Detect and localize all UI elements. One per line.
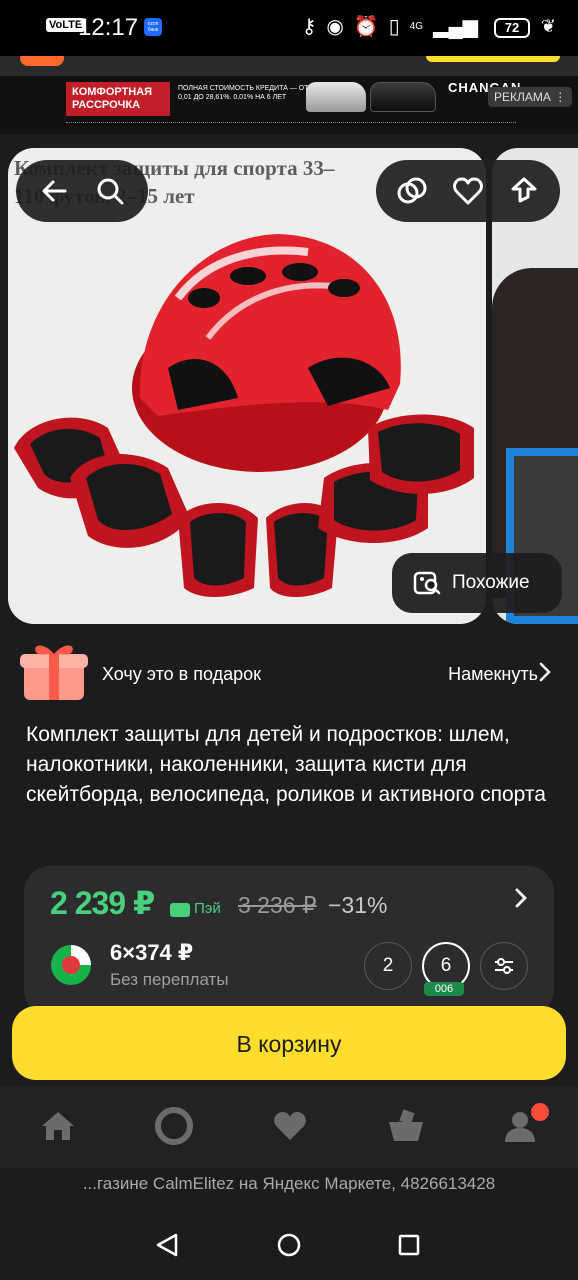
nav-pill: [16, 160, 148, 222]
add-to-cart-button[interactable]: В корзину: [12, 1006, 566, 1080]
header-button[interactable]: [426, 56, 560, 62]
installment-amount: 6×374 ₽: [110, 940, 194, 965]
discount-badge: −31%: [328, 892, 388, 918]
ad-car-image: [370, 82, 436, 112]
nav-favorites[interactable]: [270, 1106, 310, 1146]
old-price: 3 236 ₽: [238, 892, 317, 918]
ad-banner[interactable]: КОМФОРТНАЯ РАССРОЧКА ПОЛНАЯ СТОИМОСТЬ КР…: [0, 76, 578, 134]
vibrate-icon: ▯: [388, 16, 400, 38]
pay-label: Пэй: [194, 900, 221, 917]
filter-icon: [495, 958, 513, 974]
nav-alice[interactable]: [154, 1106, 194, 1146]
current-price: 2 239 ₽: [50, 885, 155, 921]
installment-option-label: 2: [382, 955, 394, 976]
similar-search-icon: [413, 571, 441, 595]
installment-option-label: 6: [440, 955, 452, 976]
installment-note: Без переплаты: [110, 970, 229, 989]
similar-label: Похожие: [452, 572, 530, 593]
ad-text: ПОЛНАЯ СТОИМОСТЬ КРЕДИТА — ОТ 0,01 ДО 28…: [178, 85, 309, 101]
bottom-nav: [0, 1086, 578, 1168]
pay-card-icon: [170, 903, 190, 917]
status-bar: VoLTE 12:17 ozon банк ⚷ ◉ ⏰ ▯ 4G ▂▄▆ 72 …: [0, 0, 578, 56]
cart-icon: [389, 1109, 423, 1141]
key-icon: ⚷: [301, 16, 317, 38]
nav-cart[interactable]: [386, 1106, 426, 1146]
header-badge: [20, 56, 64, 66]
back-button[interactable]: [36, 173, 72, 209]
search-button[interactable]: [92, 173, 128, 209]
ad-label[interactable]: РЕКЛАМА ⋮: [488, 87, 573, 107]
installment-option-2[interactable]: 2: [364, 942, 412, 990]
nav-home[interactable]: [38, 1106, 78, 1146]
ozon-bank-notification-icon: ozon банк: [144, 18, 162, 36]
heart-icon: [453, 177, 483, 205]
split-payment-icon: [51, 945, 91, 985]
gift-label: Хочу это в подарок: [102, 664, 261, 684]
share-button[interactable]: [506, 173, 542, 209]
compare-icon: [397, 177, 427, 204]
favorite-button[interactable]: [450, 173, 486, 209]
product-title: Комплект защиты для детей и подростков: …: [26, 723, 546, 806]
signal-icon: ▂▄▆: [433, 16, 478, 38]
ad-label-text: РЕКЛАМА: [494, 90, 551, 104]
compare-button[interactable]: [394, 173, 430, 209]
network-type: 4G: [409, 20, 424, 32]
system-nav-bar: [0, 1206, 578, 1280]
alice-icon: [155, 1107, 193, 1145]
favorites-icon: [274, 1112, 306, 1140]
ad-disclaimer: [66, 122, 516, 128]
header-strip: [0, 56, 578, 76]
actions-pill: [376, 160, 560, 222]
share-icon: [511, 177, 537, 203]
ad-car-image: [306, 82, 366, 112]
alarm-icon: ⏰: [353, 16, 379, 38]
chevron-right-icon: [539, 662, 551, 682]
search-icon: [97, 178, 124, 205]
seller-info: ...газине CalmElitez на Яндекс Маркете, …: [0, 1168, 578, 1204]
home-icon: [42, 1112, 74, 1140]
battery-level: 72: [494, 18, 530, 38]
hint-button[interactable]: Намекнуть: [448, 664, 538, 685]
similar-button[interactable]: Похожие: [392, 553, 562, 613]
status-time: 12:17: [78, 14, 139, 41]
gift-hint-row[interactable]: Хочу это в подарок Намекнуть: [18, 638, 558, 708]
gift-icon: [20, 645, 88, 700]
profile-notification-dot: [528, 1100, 552, 1124]
back-arrow-icon: [42, 180, 67, 202]
chevron-right-icon[interactable]: [512, 886, 530, 910]
home-circle-icon[interactable]: [276, 1232, 302, 1258]
eye-icon: ◉: [326, 16, 344, 38]
recents-square-icon[interactable]: [398, 1234, 420, 1256]
back-triangle-icon[interactable]: [154, 1232, 180, 1258]
ad-headline: КОМФОРТНАЯ РАССРОЧКА: [66, 82, 170, 116]
option-badge: 006: [424, 982, 464, 996]
price-card[interactable]: 2 239 ₽ Пэй 3 236 ₽ −31% 6×374 ₽ Без пер…: [24, 866, 554, 1016]
leaf-icon: ❦: [540, 16, 556, 36]
installment-settings-button[interactable]: [480, 942, 528, 990]
